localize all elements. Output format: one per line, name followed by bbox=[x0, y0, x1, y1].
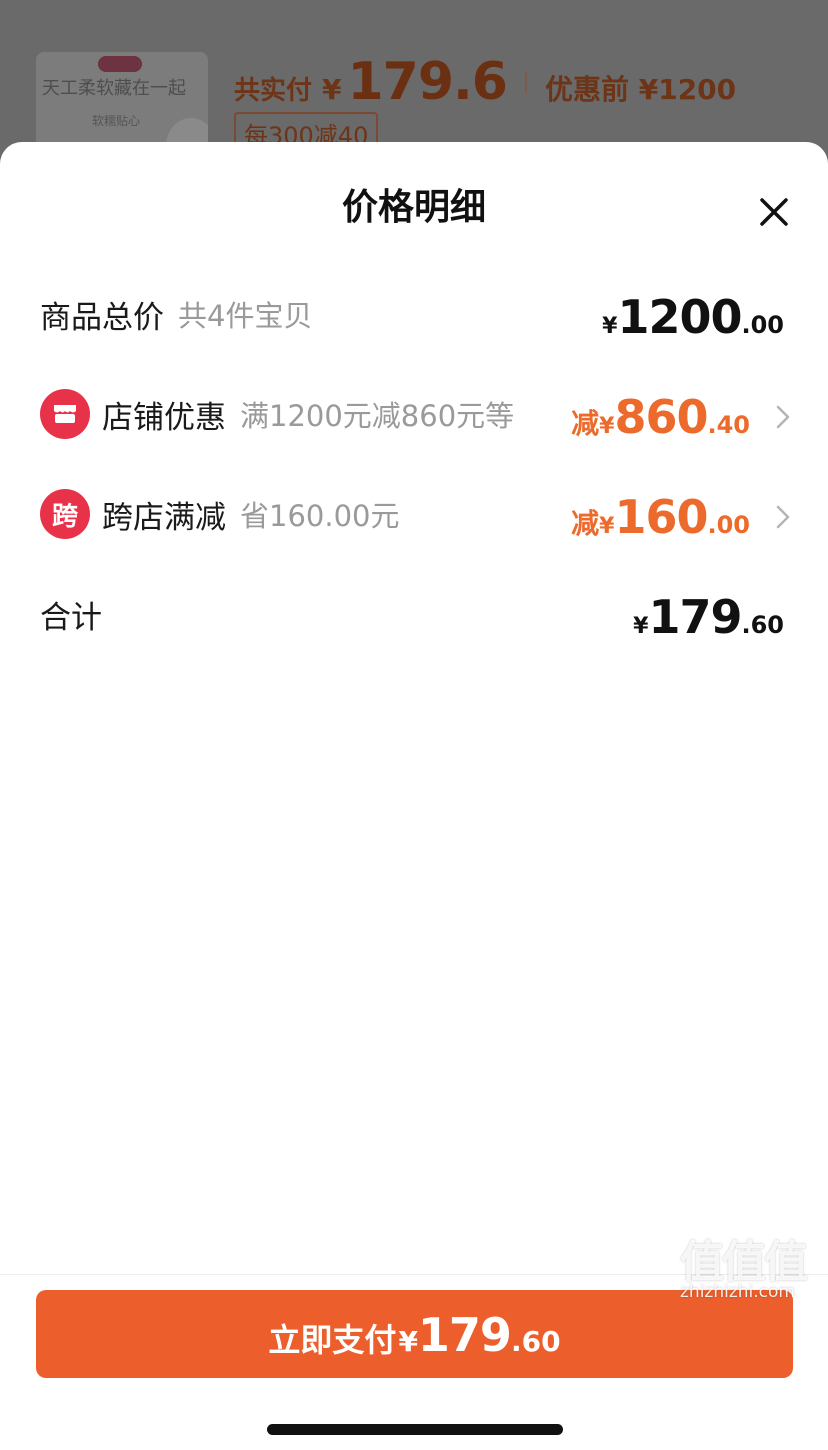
sheet-title: 价格明细 bbox=[341, 187, 486, 228]
price-integer: 1200 bbox=[617, 290, 742, 344]
background-product-strip: 天工柔软藏在一起 软糯贴心 共实付 ¥ 179.6 优惠前 ¥1200 每300… bbox=[0, 0, 828, 162]
row-goods-total: 商品总价 共4件宝贝 ¥ 1200 .00 bbox=[40, 284, 790, 344]
pay-now-label: 立即支付 bbox=[268, 1321, 397, 1359]
pay-decimal: .60 bbox=[510, 1325, 561, 1358]
price-decimal: .00 bbox=[741, 311, 784, 339]
price-before-discount: 优惠前 ¥1200 bbox=[544, 73, 737, 106]
close-icon bbox=[760, 198, 788, 226]
price-separator bbox=[524, 71, 527, 93]
shop-discount-label: 店铺优惠 bbox=[102, 399, 226, 436]
thumbnail-text: 天工柔软藏在一起 bbox=[42, 78, 186, 99]
paid-label: 共实付 bbox=[234, 76, 313, 106]
shop-discount-amount: 减 ¥ 860 .40 bbox=[571, 384, 790, 444]
goods-total-label: 商品总价 bbox=[40, 299, 164, 336]
paid-amount: 179.6 bbox=[347, 52, 508, 112]
cross-store-badge-char: 跨 bbox=[51, 501, 78, 532]
price-decimal: .40 bbox=[707, 411, 750, 439]
chevron-right-icon bbox=[756, 405, 790, 429]
close-button[interactable] bbox=[752, 190, 796, 234]
home-indicator bbox=[267, 1424, 563, 1435]
watermark: 值值值 zhizhizhi.com bbox=[674, 1226, 824, 1306]
watermark-url: zhizhizhi.com bbox=[680, 1282, 795, 1302]
shop-icon bbox=[40, 389, 90, 439]
shop-discount-detail: 满1200元减860元等 bbox=[240, 399, 515, 433]
row-sum: 合计 ¥ 179 .60 bbox=[40, 584, 790, 644]
paid-yen: ¥ bbox=[322, 73, 342, 106]
brand-logo bbox=[98, 56, 142, 72]
price-integer: 179 bbox=[648, 590, 742, 644]
chevron-right-icon bbox=[756, 505, 790, 529]
pay-integer: 179 bbox=[417, 1308, 512, 1362]
background-price-line: 共实付 ¥ 179.6 优惠前 ¥1200 bbox=[234, 52, 736, 112]
sum-price: ¥ 179 .60 bbox=[633, 584, 784, 644]
price-yen: ¥ bbox=[599, 514, 615, 539]
cross-store-badge: 跨 bbox=[40, 489, 90, 539]
discount-prefix: 减 bbox=[571, 507, 600, 540]
price-yen: ¥ bbox=[633, 614, 649, 639]
price-yen: ¥ bbox=[602, 314, 618, 339]
discount-prefix: 减 bbox=[571, 407, 600, 440]
watermark-logo: 值值值 bbox=[680, 1237, 808, 1288]
price-yen: ¥ bbox=[599, 414, 615, 439]
goods-total-price: ¥ 1200 .00 bbox=[602, 284, 784, 344]
cross-store-amount: 减 ¥ 160 .00 bbox=[571, 484, 790, 544]
thumbnail-subtext: 软糯贴心 bbox=[92, 114, 141, 128]
sum-label: 合计 bbox=[40, 599, 102, 636]
goods-count: 共4件宝贝 bbox=[178, 299, 313, 333]
price-decimal: .60 bbox=[741, 611, 784, 639]
price-decimal: .00 bbox=[707, 511, 750, 539]
row-cross-store-discount[interactable]: 跨 跨店满减 省160.00元 减 ¥ 160 .00 bbox=[40, 484, 790, 544]
cross-store-saving: 省160.00元 bbox=[240, 499, 400, 533]
pay-yen: ¥ bbox=[398, 1325, 418, 1358]
row-shop-discount[interactable]: 店铺优惠 满1200元减860元等 减 ¥ 860 .40 bbox=[40, 384, 790, 444]
price-integer: 860 bbox=[614, 390, 708, 444]
cross-store-label: 跨店满减 bbox=[102, 499, 226, 536]
price-integer: 160 bbox=[614, 490, 708, 544]
